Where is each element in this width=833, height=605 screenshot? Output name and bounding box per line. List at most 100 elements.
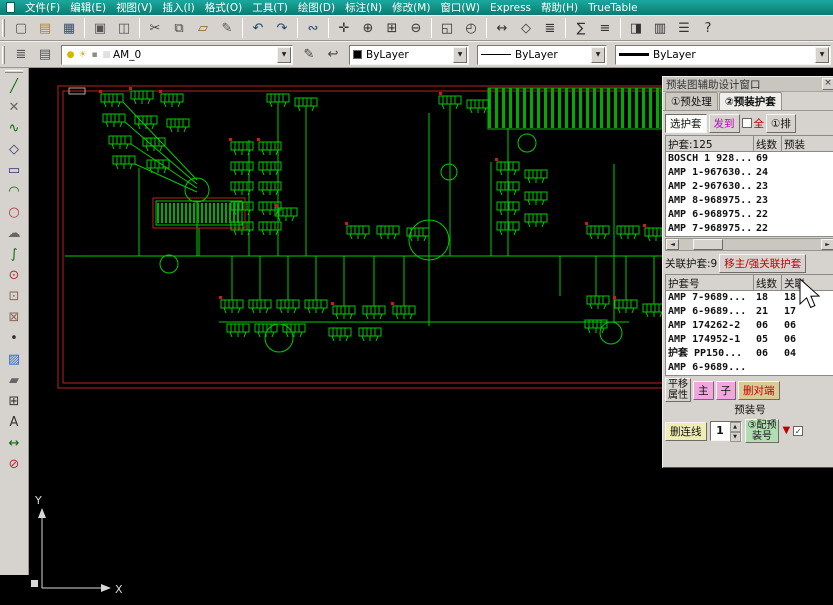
dimension-tool-icon[interactable]: ↔ bbox=[3, 433, 25, 454]
polyline-tool-icon[interactable]: ∿ bbox=[3, 118, 25, 139]
zoom-realtime-icon[interactable]: ⊕ bbox=[357, 18, 379, 38]
layer-combo[interactable]: ●☀▪■ AM_0 ▼ bbox=[61, 45, 293, 65]
area-icon[interactable]: ◇ bbox=[515, 18, 537, 38]
tab-preprocess[interactable]: ①预处理 bbox=[665, 92, 718, 110]
table-row[interactable]: AMP 174952-10506 bbox=[666, 333, 833, 347]
match-properties-icon[interactable]: ✎ bbox=[216, 18, 238, 38]
scroll-left-icon[interactable]: ◄ bbox=[666, 239, 679, 250]
cut-icon[interactable]: ✂ bbox=[144, 18, 166, 38]
paste-icon[interactable]: ▱ bbox=[192, 18, 214, 38]
calculator-icon[interactable]: ∑ bbox=[570, 18, 592, 38]
menu-item-12[interactable]: TrueTable bbox=[583, 2, 642, 14]
move-main-strong-relate-button[interactable]: 移主/强关联护套 bbox=[719, 254, 806, 273]
chevron-down-icon[interactable]: ▼ bbox=[453, 47, 467, 63]
menu-item-6[interactable]: 绘图(D) bbox=[293, 0, 340, 15]
menu-item-4[interactable]: 格式(O) bbox=[200, 0, 247, 15]
lock-icon[interactable]: ▪ bbox=[89, 49, 100, 61]
save-icon[interactable]: ▦ bbox=[58, 18, 80, 38]
panel-titlebar[interactable]: 预装图辅助设计窗口 × bbox=[663, 77, 833, 92]
redo-icon[interactable]: ↷ bbox=[271, 18, 293, 38]
column-header-wirecount[interactable]: 线数 bbox=[754, 275, 782, 290]
layer-states-icon[interactable]: ▤ bbox=[34, 45, 56, 65]
named-views-icon[interactable]: ◱ bbox=[436, 18, 458, 38]
tab-preassemble-sheath[interactable]: ②预装护套 bbox=[719, 92, 782, 110]
copy-icon[interactable]: ⧉ bbox=[168, 18, 190, 38]
layer-color-chip-icon[interactable]: ■ bbox=[101, 49, 112, 61]
layers-dialog-icon[interactable]: ≣ bbox=[10, 45, 32, 65]
column-header-wirecount[interactable]: 线数 bbox=[754, 136, 782, 151]
plot-icon[interactable]: ▣ bbox=[89, 18, 111, 38]
line-tool-icon[interactable]: ╱ bbox=[3, 76, 25, 97]
assign-preassembly-button[interactable]: ③配预 装号 bbox=[745, 419, 780, 443]
preassembly-no-spinner[interactable]: 1 ▲ ▼ bbox=[710, 421, 742, 441]
table-tool-icon[interactable]: ⊞ bbox=[3, 391, 25, 412]
make-layer-current-icon[interactable]: ✎ bbox=[298, 45, 320, 65]
orbit-icon[interactable]: ◴ bbox=[460, 18, 482, 38]
menu-item-11[interactable]: 帮助(H) bbox=[536, 0, 583, 15]
delete-far-end-button[interactable]: 删对端 bbox=[738, 381, 780, 400]
menu-item-7[interactable]: 标注(N) bbox=[340, 0, 387, 15]
distance-icon[interactable]: ↔ bbox=[491, 18, 513, 38]
app-icon[interactable] bbox=[6, 2, 15, 13]
open-file-icon[interactable]: ▤ bbox=[34, 18, 56, 38]
table-row[interactable]: BOSCH 1 928...69 bbox=[666, 152, 833, 166]
undo-icon[interactable]: ↶ bbox=[247, 18, 269, 38]
help-icon[interactable]: ? bbox=[697, 18, 719, 38]
properties-icon[interactable]: ☰ bbox=[673, 18, 695, 38]
table-row[interactable]: AMP 2-967630...23 bbox=[666, 180, 833, 194]
table-row[interactable]: AMP 8-968975...23 bbox=[666, 194, 833, 208]
erase-tool-icon[interactable]: ⊘ bbox=[3, 454, 25, 475]
spline-tool-icon[interactable]: ∫ bbox=[3, 244, 25, 265]
send-to-button[interactable]: 发到 bbox=[709, 114, 740, 133]
move-attribute-button[interactable]: 平移 属性 bbox=[665, 378, 691, 402]
toolbar-grip[interactable] bbox=[5, 70, 23, 73]
column-header-sheath[interactable]: 护套:125 bbox=[666, 136, 754, 151]
all-checkbox[interactable] bbox=[742, 118, 752, 128]
rectangle-tool-icon[interactable]: ▭ bbox=[3, 160, 25, 181]
menu-item-3[interactable]: 插入(I) bbox=[157, 0, 199, 15]
zoom-window-icon[interactable]: ⊞ bbox=[381, 18, 403, 38]
arc-tool-icon[interactable]: ◠ bbox=[3, 181, 25, 202]
revision-cloud-tool-icon[interactable]: ☁ bbox=[3, 223, 25, 244]
column-header-preassembly[interactable]: 预装 bbox=[782, 136, 833, 151]
menu-item-8[interactable]: 修改(M) bbox=[387, 0, 435, 15]
linetype-combo[interactable]: ByLayer ▼ bbox=[477, 45, 607, 65]
sub-button[interactable]: 子 bbox=[716, 381, 737, 400]
menu-item-2[interactable]: 视图(V) bbox=[111, 0, 157, 15]
ellipse-tool-icon[interactable]: ⊙ bbox=[3, 265, 25, 286]
text-tool-icon[interactable]: A bbox=[3, 412, 25, 433]
menu-item-10[interactable]: Express bbox=[485, 2, 536, 14]
menu-item-1[interactable]: 编辑(E) bbox=[65, 0, 111, 15]
horizontal-scrollbar[interactable]: ◄ ► bbox=[665, 238, 833, 251]
toolbar-grip[interactable] bbox=[2, 19, 5, 37]
scroll-thumb[interactable] bbox=[693, 239, 723, 250]
region-tool-icon[interactable]: ▰ bbox=[3, 370, 25, 391]
list-icon[interactable]: ≣ bbox=[539, 18, 561, 38]
make-block-tool-icon[interactable]: ⊠ bbox=[3, 307, 25, 328]
lineweight-combo[interactable]: ByLayer ▼ bbox=[615, 45, 831, 65]
chevron-down-icon[interactable]: ▼ bbox=[591, 47, 605, 63]
script-icon[interactable]: ≡ bbox=[594, 18, 616, 38]
main-button[interactable]: 主 bbox=[693, 381, 714, 400]
new-file-icon[interactable]: ▢ bbox=[10, 18, 32, 38]
design-center-icon[interactable]: ◨ bbox=[625, 18, 647, 38]
insert-block-tool-icon[interactable]: ⊡ bbox=[3, 286, 25, 307]
sun-icon[interactable]: ☀ bbox=[77, 49, 88, 61]
table-row[interactable]: AMP 7-968975...22 bbox=[666, 222, 833, 236]
plot-preview-icon[interactable]: ◫ bbox=[113, 18, 135, 38]
table-row[interactable]: AMP 1-967630...24 bbox=[666, 166, 833, 180]
column-header-sheath-no[interactable]: 护套号 bbox=[666, 275, 754, 290]
color-combo[interactable]: ByLayer ▼ bbox=[349, 45, 469, 65]
close-icon[interactable]: × bbox=[822, 78, 833, 90]
tool-palettes-icon[interactable]: ▥ bbox=[649, 18, 671, 38]
delete-line-button[interactable]: 删连线 bbox=[665, 422, 707, 441]
pan-icon[interactable]: ✛ bbox=[333, 18, 355, 38]
sort-button[interactable]: ①排 bbox=[766, 114, 796, 133]
insert-hyperlink-icon[interactable]: ∾ bbox=[302, 18, 324, 38]
spin-down-icon[interactable]: ▼ bbox=[730, 432, 741, 442]
confirm-checkbox[interactable]: ✓ bbox=[793, 426, 803, 436]
layer-previous-icon[interactable]: ↩ bbox=[322, 45, 344, 65]
dropdown-arrow-icon[interactable]: ▼ bbox=[782, 426, 790, 436]
menu-item-5[interactable]: 工具(T) bbox=[247, 0, 293, 15]
toolbar-grip[interactable] bbox=[2, 46, 5, 64]
